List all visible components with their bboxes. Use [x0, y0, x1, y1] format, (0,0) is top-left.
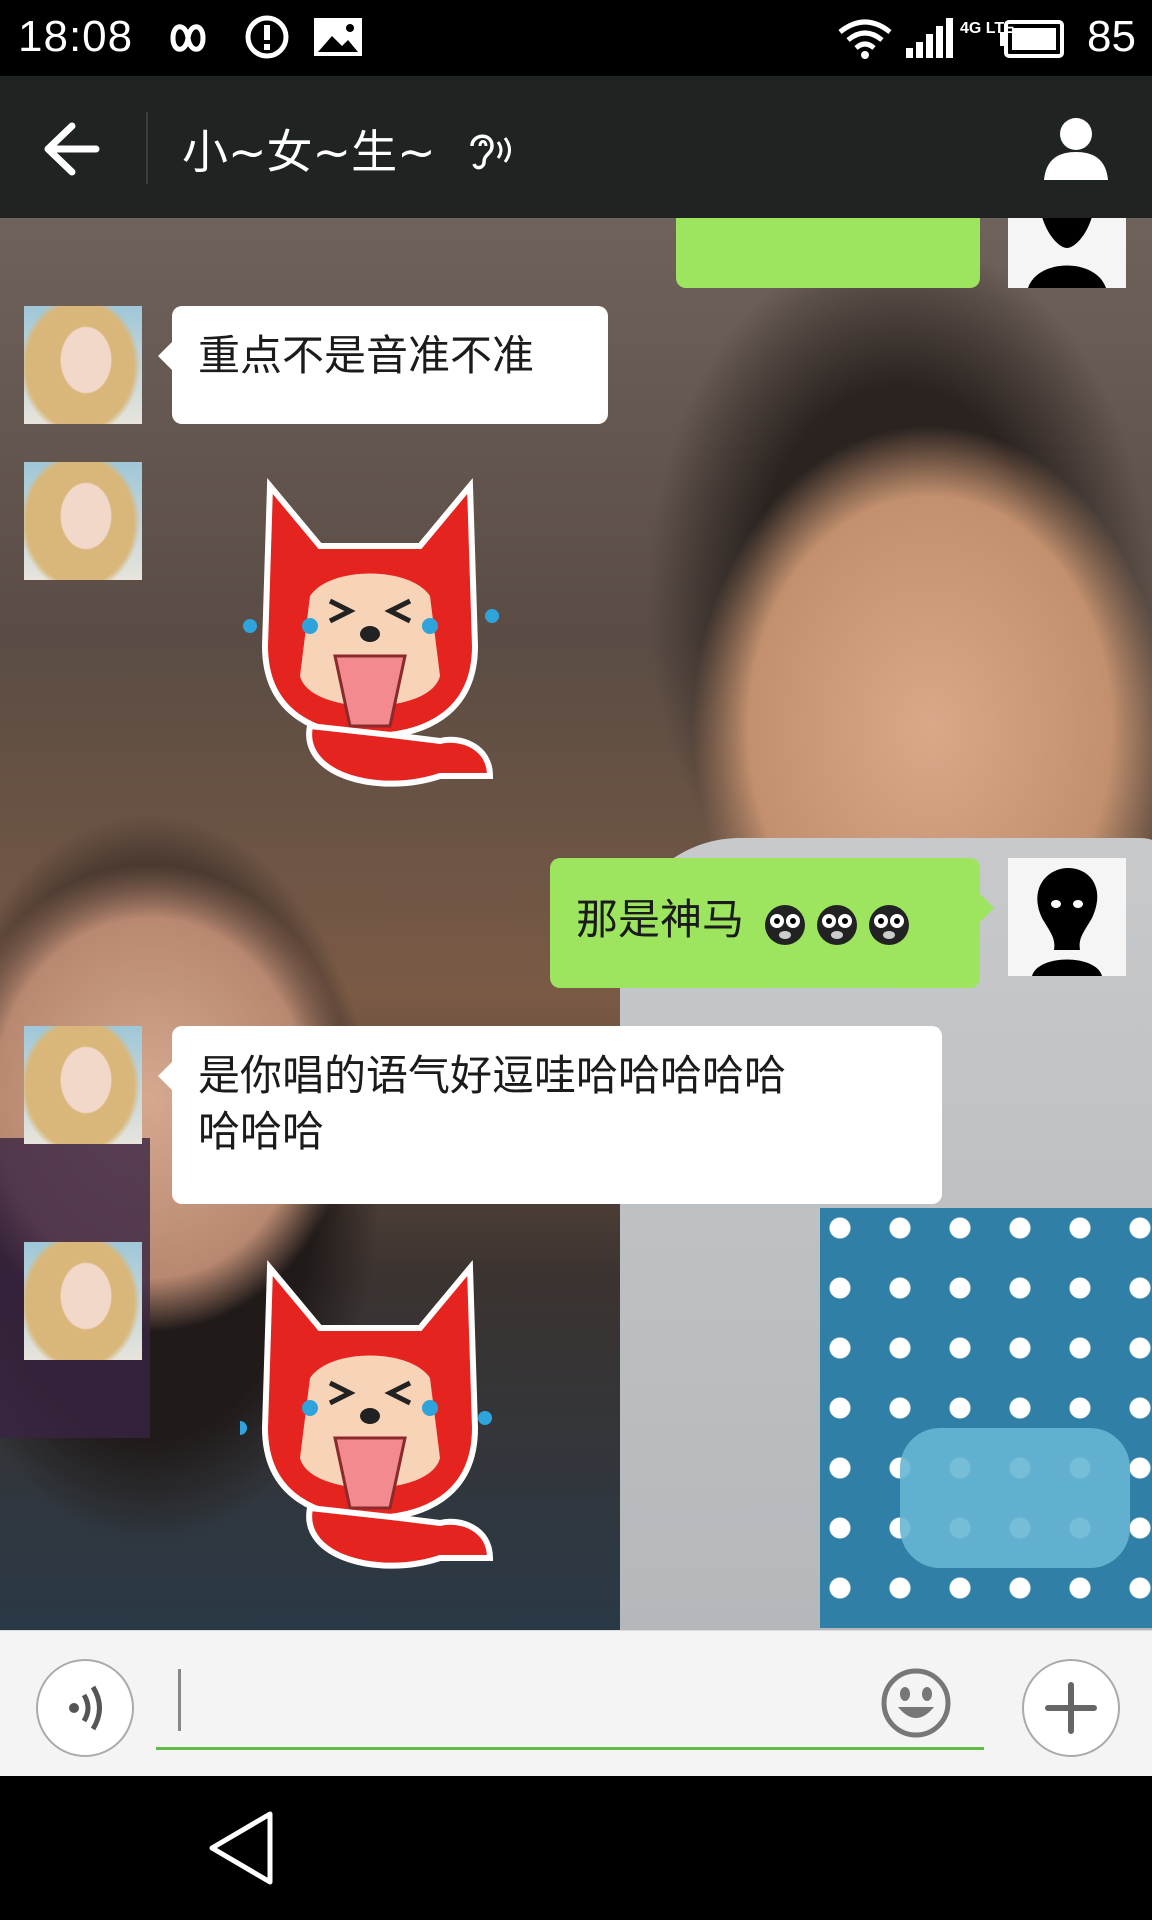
voice-input-button[interactable] [36, 1659, 134, 1757]
message-text: 那是神马 [576, 895, 745, 944]
avatar-contact[interactable] [24, 1242, 142, 1360]
system-nav-bar [0, 1776, 1152, 1920]
chat-header: 小~女~生~ [0, 76, 1152, 218]
alert-icon [245, 15, 289, 59]
avatar-contact[interactable] [24, 306, 142, 424]
emoji-icon[interactable] [880, 1667, 952, 1739]
avatar-self-partial[interactable] [1008, 218, 1126, 288]
shocked-emoji-icon [765, 904, 806, 945]
wifi-icon [838, 19, 892, 59]
message-bubble-outgoing[interactable]: 那是神马 [550, 858, 994, 988]
chat-title: 小~女~生~ [182, 125, 436, 179]
avatar-contact[interactable] [24, 1026, 142, 1144]
earpiece-mode-icon [470, 134, 511, 170]
nav-back-icon[interactable] [200, 1806, 282, 1890]
back-arrow-icon[interactable] [36, 112, 110, 186]
signal-icon [906, 18, 953, 58]
background-photo-bow [900, 1428, 1130, 1568]
crying-laughing-fox-sticker[interactable] [240, 476, 500, 806]
message-bubble-incoming[interactable]: 是你唱的语气好逗哇哈哈哈哈哈 哈哈哈 [158, 1026, 942, 1204]
profile-icon[interactable] [1040, 112, 1112, 184]
message-input[interactable] [156, 1661, 984, 1750]
crying-laughing-fox-sticker[interactable] [240, 1258, 500, 1588]
battery-level: 85 [1087, 12, 1136, 61]
status-time: 18:08 [18, 12, 134, 61]
more-options-button[interactable] [1022, 1659, 1120, 1757]
chat-area[interactable]: 重点不是音准不准 那是神马 是你唱的语气好逗哇哈哈哈哈哈 哈哈哈 [0, 218, 1152, 1630]
header-divider [146, 112, 148, 184]
message-text-line: 哈哈哈 [198, 1107, 325, 1156]
text-cursor [178, 1669, 181, 1731]
message-text: 重点不是音准不准 [198, 331, 535, 380]
voice-icon [69, 1685, 102, 1731]
avatar-self[interactable] [1008, 858, 1126, 976]
image-icon [314, 18, 362, 56]
message-text-line: 是你唱的语气好逗哇哈哈哈哈哈 [198, 1051, 787, 1100]
infinity-icon [170, 24, 206, 52]
message-bubble-incoming[interactable]: 重点不是音准不准 [158, 306, 608, 424]
shocked-emoji-icons [765, 904, 910, 945]
avatar-contact[interactable] [24, 462, 142, 580]
input-bar [0, 1630, 1152, 1777]
message-bubble-outgoing-partial[interactable] [676, 218, 980, 288]
shocked-emoji-icon [869, 904, 910, 945]
shocked-emoji-icon [817, 904, 858, 945]
status-bar: 18:08 4G LTE 85 [0, 0, 1152, 76]
plus-icon [1045, 1682, 1097, 1734]
battery-icon [1000, 20, 1064, 58]
